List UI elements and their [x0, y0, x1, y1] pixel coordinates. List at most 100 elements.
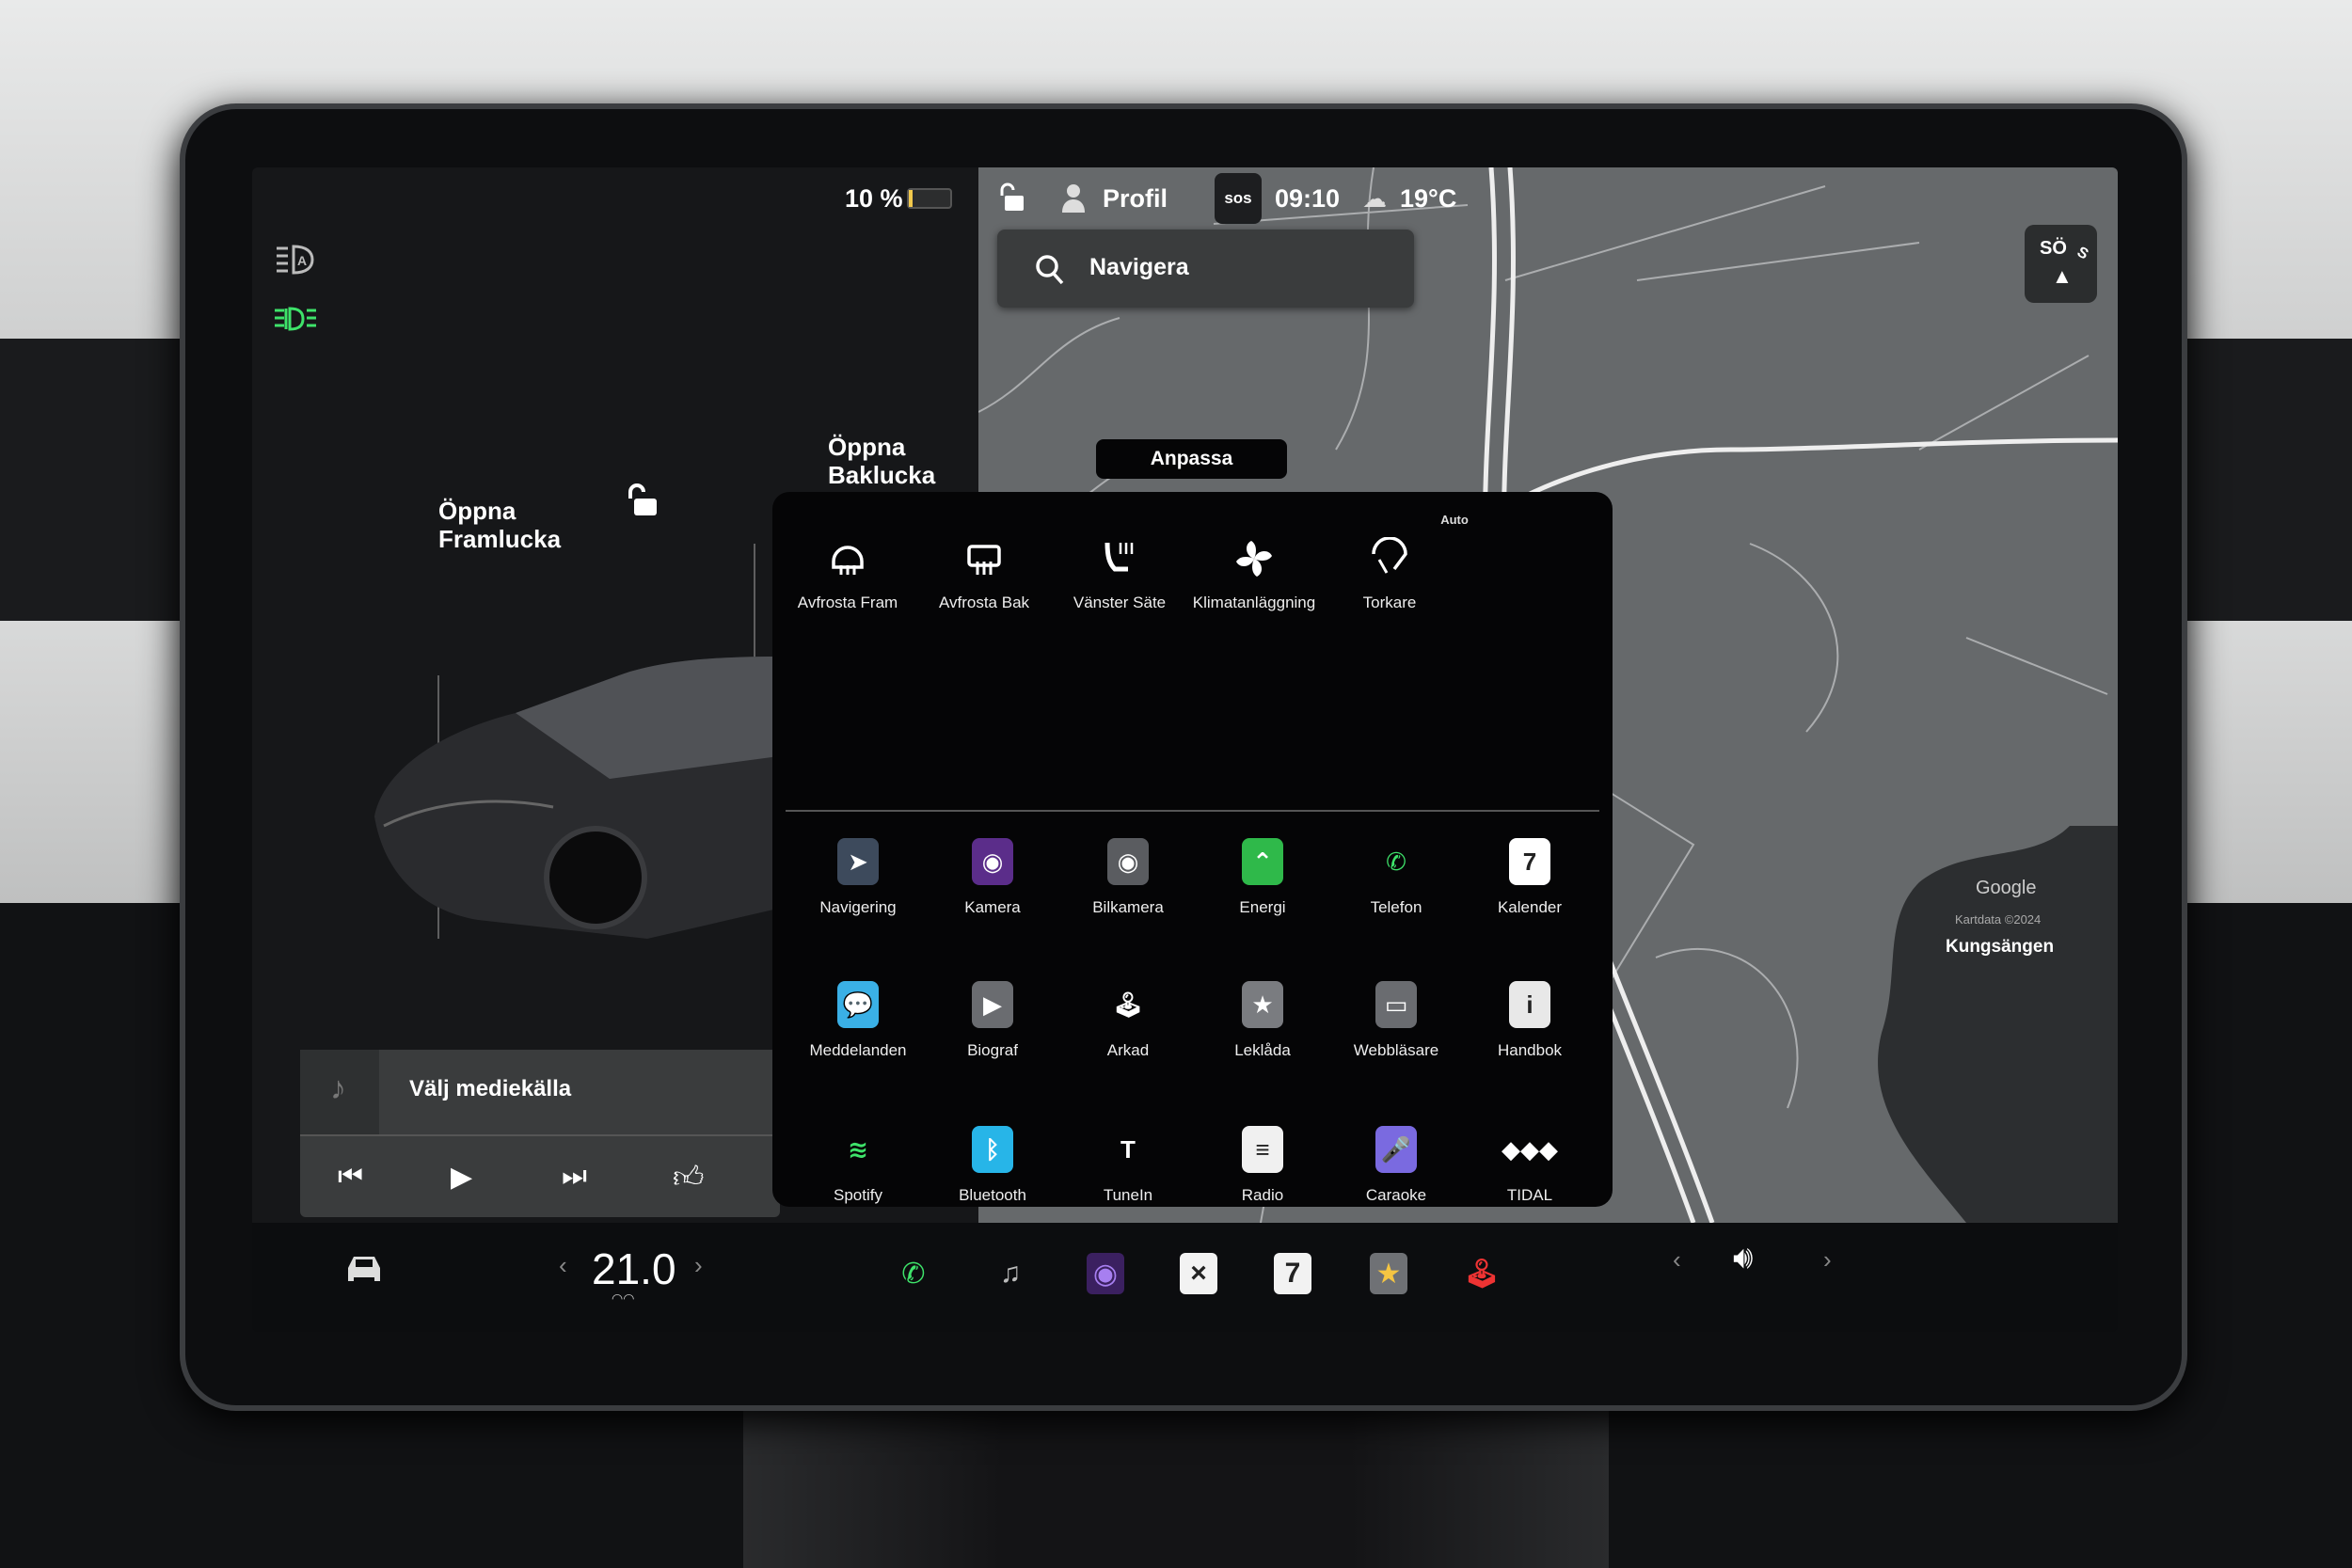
- dock-music-icon[interactable]: ♫: [992, 1253, 1029, 1294]
- tidal-icon: ◆◆◆: [1502, 1134, 1558, 1164]
- dashcam-icon: ◉: [1107, 838, 1149, 885]
- volume-up-chevron-icon[interactable]: ›: [1823, 1245, 1832, 1275]
- app-browser[interactable]: ▭ Webbläsare: [1330, 981, 1462, 1060]
- compass-heading: SÖ: [2040, 238, 2067, 259]
- app-launcher: Auto Avfrosta Fram Avfrosta Bak Vänster Sä…: [772, 492, 1613, 1332]
- auto-headlights-icon[interactable]: A: [273, 243, 316, 277]
- navigation-icon: ➤: [837, 838, 879, 885]
- seat-auto-label: Auto: [1440, 513, 1469, 527]
- app-navigation[interactable]: ➤ Navigering: [792, 838, 924, 917]
- map-copyright: Kartdata ©2024: [1955, 912, 2042, 927]
- bottom-bar: ‹ 21.0 ◠◠ › ✆ ♫ ◉ × 7 ★ 🕹 ‹ 🔊︎ ›: [252, 1223, 2118, 1332]
- map-attribution: Google: [1976, 878, 2037, 898]
- temp-up-chevron-icon[interactable]: ›: [694, 1251, 703, 1280]
- app-toybox[interactable]: ★ Leklåda: [1197, 981, 1328, 1060]
- trunk-line2: Baklucka: [828, 461, 936, 489]
- dock-arcade-icon[interactable]: 🕹: [1463, 1253, 1501, 1294]
- seat-heater-icon: [1104, 542, 1134, 572]
- customize-button[interactable]: Anpassa: [1096, 439, 1287, 479]
- tunein-icon: T: [1120, 1134, 1136, 1164]
- trunk-line1: Öppna: [828, 433, 906, 461]
- app-tidal[interactable]: ◆◆◆ TIDAL: [1464, 1126, 1596, 1205]
- app-arcade[interactable]: 🕹 Arkad: [1062, 981, 1194, 1060]
- play-icon[interactable]: ▶: [451, 1161, 472, 1194]
- camera-icon: ◉: [972, 838, 1013, 885]
- app-bluetooth[interactable]: ᛒ Bluetooth: [927, 1126, 1058, 1205]
- search-placeholder: Navigera: [1089, 254, 1189, 280]
- app-dashcam[interactable]: ◉ Bilkamera: [1062, 838, 1194, 917]
- dock-toybox-icon[interactable]: ★: [1370, 1253, 1407, 1294]
- spotify-icon: ≋: [848, 1134, 868, 1164]
- phone-icon: ✆: [1386, 847, 1406, 876]
- launcher-divider: [786, 810, 1599, 812]
- radio-icon: ≡: [1242, 1126, 1283, 1173]
- app-radio[interactable]: ≡ Radio: [1197, 1126, 1328, 1205]
- previous-track-icon[interactable]: ⏮: [338, 1161, 363, 1193]
- compass-direction: S: [2074, 244, 2091, 263]
- app-energy[interactable]: ⌃ Energi: [1197, 838, 1328, 917]
- app-spotify[interactable]: ≋ Spotify: [792, 1126, 924, 1205]
- map-location-label: Kungsängen: [1936, 933, 2064, 961]
- calendar-icon: 7: [1509, 838, 1550, 885]
- wiper-icon: [1372, 537, 1407, 574]
- app-theater[interactable]: ▶ Biograf: [927, 981, 1058, 1060]
- search-icon: [1036, 255, 1064, 285]
- media-progress-bar[interactable]: [300, 1134, 780, 1136]
- quick-control-label: Torkare: [1362, 594, 1417, 611]
- heading-arrow-icon: ▲: [2052, 264, 2073, 288]
- bluetooth-icon: ᛒ: [972, 1126, 1013, 1173]
- app-label: Kalender: [1497, 898, 1563, 916]
- battery-icon: [907, 188, 952, 209]
- app-messages[interactable]: 💬 Meddelanden: [792, 981, 924, 1060]
- music-note-icon: ♪: [330, 1070, 346, 1106]
- arcade-icon: 🕹: [1112, 990, 1144, 1019]
- app-tunein[interactable]: T TuneIn: [1062, 1126, 1194, 1205]
- media-player: ♪ Välj mediekälla ⏮ ▶ ⏭ 👍︎: [300, 1050, 780, 1217]
- battery-percent: 10 %: [845, 184, 903, 213]
- navigate-search-input[interactable]: Navigera: [997, 230, 1414, 308]
- compass-button[interactable]: SÖ S ▲: [2025, 225, 2097, 303]
- browser-icon: ▭: [1375, 981, 1417, 1028]
- app-phone[interactable]: ✆ Telefon: [1330, 838, 1462, 917]
- dock-phone-icon[interactable]: ✆: [895, 1253, 932, 1294]
- touchscreen: A Öppna Framlucka Öppna Baklucka ♪ Välj me…: [252, 167, 2118, 1332]
- quick-control-wiper[interactable]: Torkare: [1319, 537, 1460, 612]
- profile-icon[interactable]: [1061, 182, 1086, 213]
- car-icon[interactable]: [342, 1251, 386, 1287]
- sos-button[interactable]: sos: [1215, 173, 1262, 224]
- frunk-line1: Öppna: [438, 497, 516, 525]
- toybox-icon: ★: [1242, 981, 1283, 1028]
- screen-stand: [743, 1402, 1609, 1568]
- app-label: Handbok: [1497, 1041, 1563, 1059]
- battery-fill: [909, 190, 914, 207]
- open-trunk-label[interactable]: Öppna Baklucka: [828, 433, 935, 489]
- app-calendar[interactable]: 7 Kalender: [1464, 838, 1596, 917]
- partly-cloudy-icon: ☁: [1362, 184, 1387, 213]
- fog-light-icon[interactable]: [273, 305, 320, 333]
- media-source-button[interactable]: Välj mediekälla: [409, 1076, 571, 1102]
- defrost-indicator-icon: ◠◠: [612, 1291, 635, 1306]
- next-track-icon[interactable]: ⏭: [562, 1161, 587, 1193]
- dock-calendar-icon[interactable]: 7: [1274, 1253, 1311, 1294]
- thumbs-up-icon[interactable]: 👍︎: [673, 1159, 704, 1196]
- dock-close-app-icon[interactable]: ×: [1180, 1253, 1217, 1294]
- app-label: TIDAL: [1506, 1186, 1553, 1204]
- lock-icon[interactable]: [999, 182, 1025, 213]
- app-manual[interactable]: i Handbok: [1464, 981, 1596, 1060]
- temp-down-chevron-icon[interactable]: ‹: [559, 1251, 567, 1280]
- app-caraoke[interactable]: 🎤 Caraoke: [1330, 1126, 1462, 1205]
- unlock-icon[interactable]: [627, 483, 660, 517]
- svg-text:A: A: [297, 253, 307, 268]
- manual-icon: i: [1509, 981, 1550, 1028]
- app-camera[interactable]: ◉ Kamera: [927, 838, 1058, 917]
- rear-defrost-icon: [967, 545, 1001, 575]
- clock: 09:10: [1275, 184, 1341, 213]
- fan-icon: [1236, 541, 1272, 577]
- album-art: ♪: [300, 1050, 379, 1134]
- cabin-temperature[interactable]: 21.0: [592, 1243, 676, 1294]
- caraoke-icon: 🎤: [1375, 1126, 1417, 1173]
- dock-camera-icon[interactable]: ◉: [1087, 1253, 1124, 1294]
- profile-button[interactable]: Profil: [1103, 184, 1168, 214]
- volume-down-chevron-icon[interactable]: ‹: [1673, 1245, 1681, 1275]
- volume-icon[interactable]: 🔊︎: [1733, 1240, 1753, 1276]
